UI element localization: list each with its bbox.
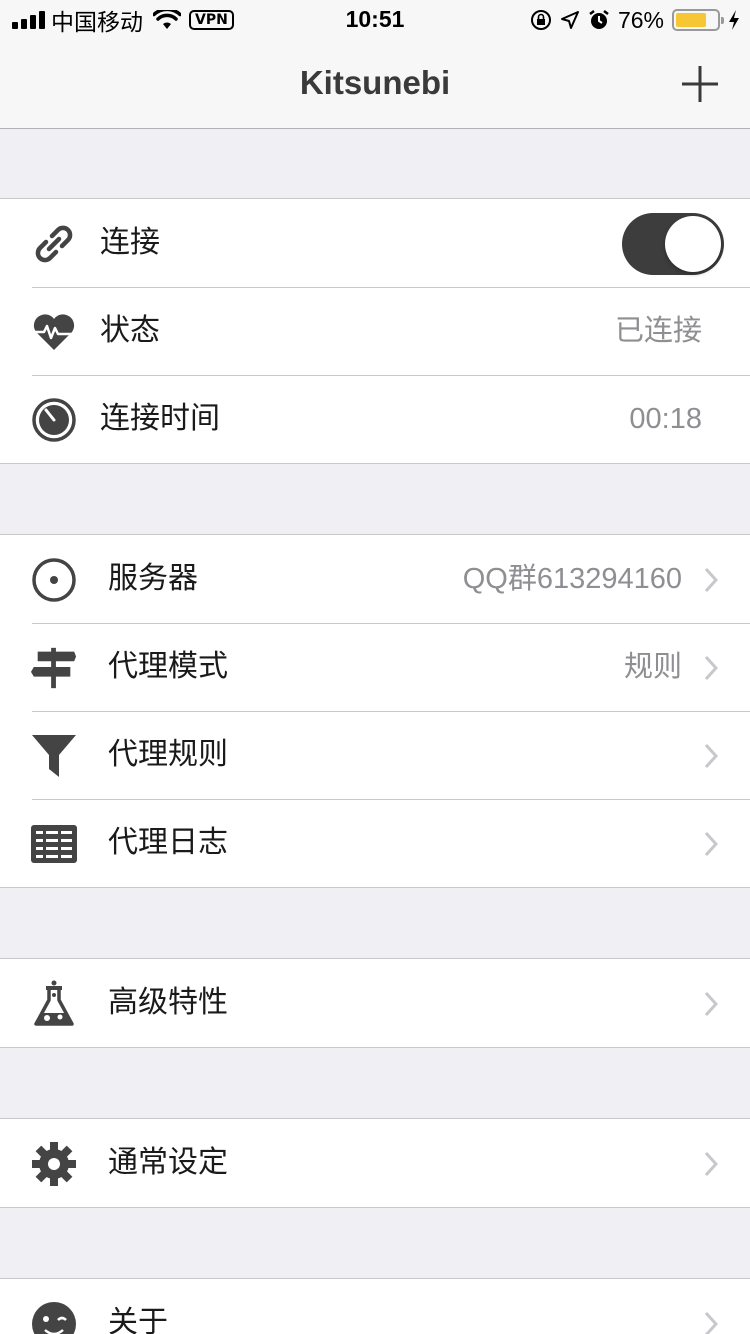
connect-time-value: 00:18	[629, 403, 702, 435]
proxy-log-label: 代理日志	[108, 825, 228, 860]
heart-pulse-icon	[30, 309, 78, 355]
status-value: 已连接	[614, 315, 702, 347]
advanced-label: 高级特性	[108, 985, 228, 1020]
proxy-section: 服务器 QQ群613294160 代理模式 规则 代理规则 代理日志	[0, 534, 750, 888]
connect-time-row: 连接时间 00:18	[0, 375, 750, 463]
orientation-lock-icon	[530, 10, 551, 30]
charging-bolt-icon	[729, 10, 739, 30]
about-section: 关于	[0, 1278, 750, 1334]
chevron-right-icon	[704, 655, 718, 681]
server-row[interactable]: 服务器 QQ群613294160	[0, 535, 750, 623]
stopwatch-icon	[30, 397, 78, 443]
battery-percent: 76%	[617, 6, 664, 33]
proxy-mode-label: 代理模式	[108, 649, 228, 684]
connect-toggle[interactable]	[622, 213, 724, 275]
battery-level-fill	[676, 13, 707, 27]
proxy-mode-value: 规则	[623, 651, 682, 683]
about-row[interactable]: 关于	[0, 1279, 750, 1334]
target-icon	[30, 557, 78, 603]
server-label: 服务器	[108, 561, 198, 596]
general-settings-row[interactable]: 通常设定	[0, 1119, 750, 1207]
proxy-mode-row[interactable]: 代理模式 规则	[0, 623, 750, 711]
connection-section: 连接 状态 已连接 连接时间 00:18	[0, 198, 750, 464]
general-section: 通常设定	[0, 1118, 750, 1208]
chevron-right-icon	[704, 567, 718, 593]
funnel-icon	[30, 733, 78, 779]
flask-icon	[30, 980, 78, 1027]
advanced-section: 高级特性	[0, 958, 750, 1048]
status-row: 状态 已连接	[0, 287, 750, 375]
connect-label: 连接	[100, 225, 160, 260]
proxy-log-row[interactable]: 代理日志	[0, 799, 750, 887]
about-label: 关于	[108, 1305, 168, 1334]
status-label: 状态	[100, 313, 160, 348]
connect-time-label: 连接时间	[100, 401, 220, 436]
navigation-bar: Kitsunebi	[0, 40, 750, 129]
signpost-icon	[30, 645, 78, 691]
battery-icon	[672, 9, 724, 31]
location-arrow-icon	[560, 11, 579, 29]
wink-face-icon	[30, 1301, 78, 1334]
chevron-right-icon	[704, 1151, 718, 1177]
general-settings-label: 通常设定	[108, 1145, 228, 1180]
status-bar: 中国移动 VPN 10:51 76%	[0, 0, 750, 40]
connect-row: 连接	[0, 199, 750, 287]
chevron-right-icon	[704, 991, 718, 1017]
link-icon	[30, 221, 78, 267]
gear-icon	[30, 1141, 78, 1187]
advanced-row[interactable]: 高级特性	[0, 959, 750, 1047]
chevron-right-icon	[704, 743, 718, 769]
toggle-knob	[665, 216, 721, 272]
chevron-right-icon	[704, 1311, 718, 1334]
plus-icon[interactable]	[680, 64, 720, 104]
chevron-right-icon	[704, 831, 718, 857]
log-list-icon	[30, 821, 78, 867]
alarm-icon	[589, 10, 609, 29]
server-value: QQ群613294160	[462, 563, 682, 595]
proxy-rules-row[interactable]: 代理规则	[0, 711, 750, 799]
page-title: Kitsunebi	[299, 64, 451, 101]
proxy-rules-label: 代理规则	[108, 737, 228, 772]
